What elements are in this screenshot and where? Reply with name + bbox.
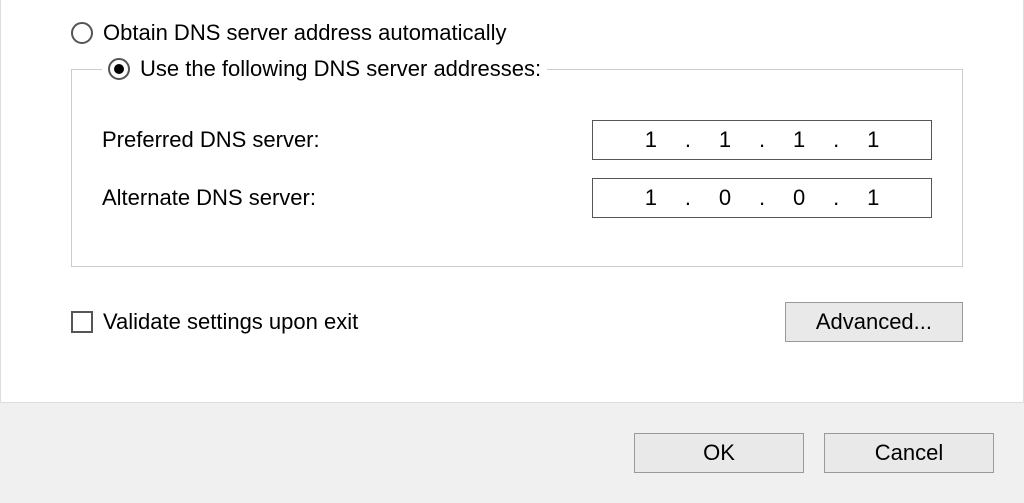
checkbox-icon xyxy=(71,311,93,333)
radio-icon xyxy=(108,58,130,80)
dot-icon: . xyxy=(685,185,691,211)
validate-label: Validate settings upon exit xyxy=(103,309,358,335)
alternate-dns-label: Alternate DNS server: xyxy=(102,185,442,211)
radio-icon xyxy=(71,22,93,44)
alternate-dns-octet-4[interactable] xyxy=(843,185,903,211)
dialog-panel: Obtain DNS server address automatically … xyxy=(0,0,1024,403)
alternate-dns-row: Alternate DNS server: . . . xyxy=(102,178,932,218)
preferred-dns-octet-1[interactable] xyxy=(621,127,681,153)
validate-checkbox[interactable]: Validate settings upon exit xyxy=(71,309,358,335)
alternate-dns-octet-3[interactable] xyxy=(769,185,829,211)
preferred-dns-octet-2[interactable] xyxy=(695,127,755,153)
preferred-dns-label: Preferred DNS server: xyxy=(102,127,442,153)
advanced-button[interactable]: Advanced... xyxy=(785,302,963,342)
preferred-dns-octet-3[interactable] xyxy=(769,127,829,153)
preferred-dns-octet-4[interactable] xyxy=(843,127,903,153)
ok-button[interactable]: OK xyxy=(634,433,804,473)
alternate-dns-octet-1[interactable] xyxy=(621,185,681,211)
preferred-dns-input[interactable]: . . . xyxy=(592,120,932,160)
radio-obtain-auto[interactable]: Obtain DNS server address automatically xyxy=(71,20,963,46)
cancel-button[interactable]: Cancel xyxy=(824,433,994,473)
radio-use-label: Use the following DNS server addresses: xyxy=(140,56,541,82)
dot-icon: . xyxy=(833,185,839,211)
dialog-footer: OK Cancel xyxy=(0,403,1024,503)
alternate-dns-octet-2[interactable] xyxy=(695,185,755,211)
radio-obtain-label: Obtain DNS server address automatically xyxy=(103,20,507,46)
preferred-dns-row: Preferred DNS server: . . . xyxy=(102,120,932,160)
dot-icon: . xyxy=(759,185,765,211)
alternate-dns-input[interactable]: . . . xyxy=(592,178,932,218)
dot-icon: . xyxy=(759,127,765,153)
radio-use-following[interactable]: Use the following DNS server addresses: xyxy=(102,56,547,82)
dot-icon: . xyxy=(833,127,839,153)
validate-row: Validate settings upon exit Advanced... xyxy=(71,302,963,342)
dot-icon: . xyxy=(685,127,691,153)
dns-groupbox: Use the following DNS server addresses: … xyxy=(71,56,963,267)
